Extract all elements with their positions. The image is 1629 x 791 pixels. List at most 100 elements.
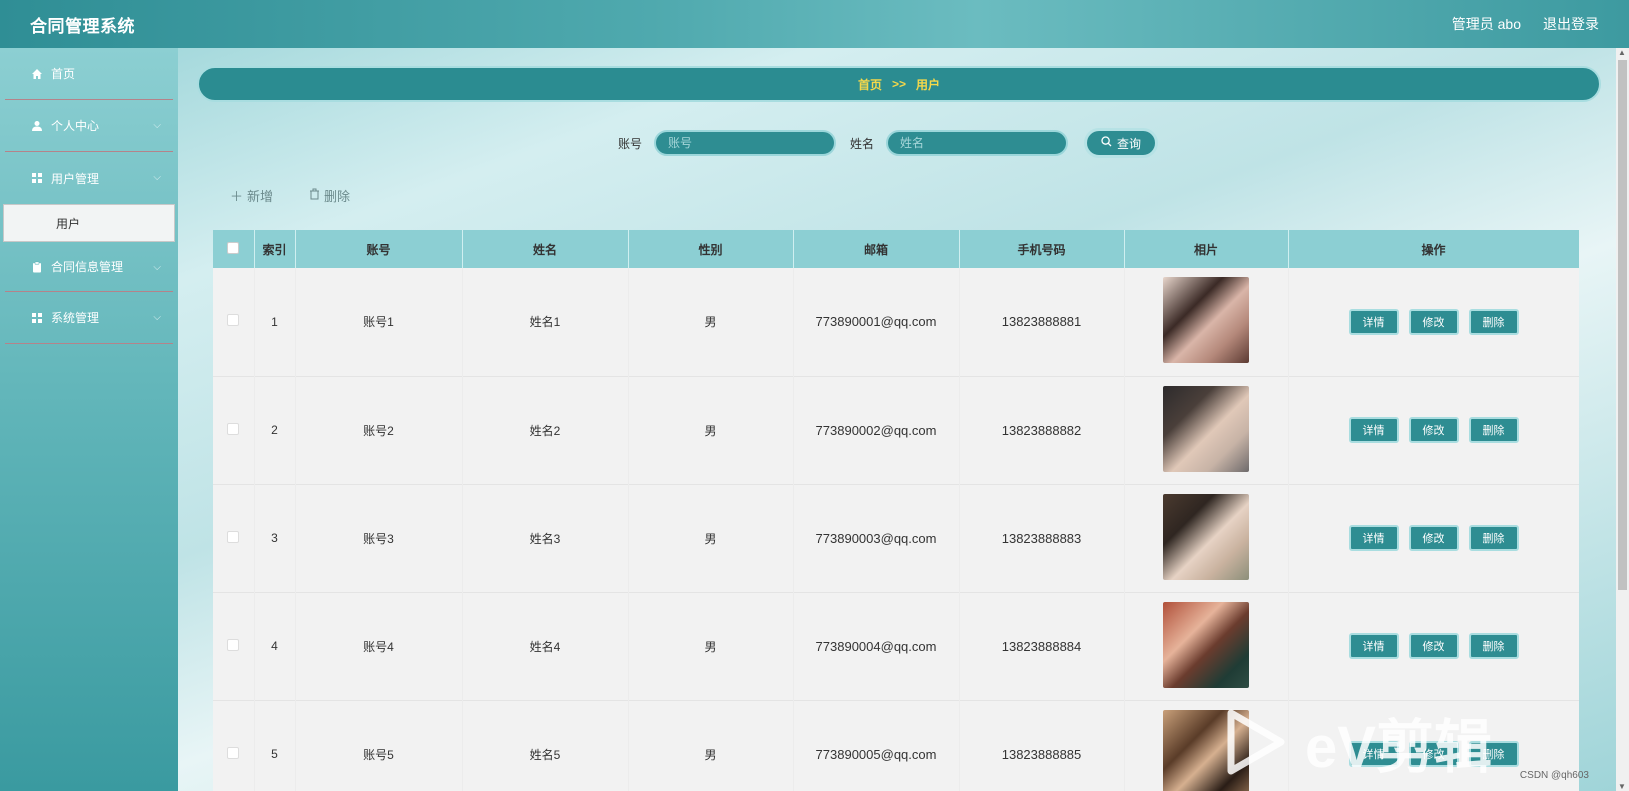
cell-photo	[1124, 484, 1289, 592]
sidebar-subitem-user[interactable]: 用户	[3, 204, 175, 242]
cell-operations: 详情 修改 删除	[1288, 376, 1579, 484]
detail-button[interactable]: 详情	[1348, 417, 1399, 443]
row-select-cell[interactable]	[213, 592, 255, 700]
sidebar-item-label: 用户管理	[51, 171, 100, 186]
search-bar: 账号 姓名 查询	[618, 128, 1159, 158]
sidebar-item-home[interactable]: 首页	[5, 48, 173, 100]
chevron-down-icon: ⌵	[153, 120, 161, 131]
user-photo	[1163, 277, 1249, 364]
edit-button[interactable]: 修改	[1408, 417, 1459, 443]
cell-name: 姓名1	[462, 268, 629, 376]
cell-gender: 男	[628, 592, 794, 700]
chevron-down-icon: ⌵	[153, 262, 161, 273]
cell-index: 2	[254, 376, 296, 484]
sidebar: 首页 个人中心 ⌵ 用户管理 ⌵ 用户 合同信息管理 ⌵ 系统管理 ⌵	[0, 48, 178, 791]
cell-name: 姓名4	[462, 592, 629, 700]
row-select-cell[interactable]	[213, 268, 255, 376]
account-label: 账号	[618, 136, 643, 151]
scroll-up-icon[interactable]: ▲	[1618, 48, 1626, 57]
column-header: 邮箱	[793, 230, 960, 268]
sidebar-item-user-management[interactable]: 用户管理 ⌵	[5, 152, 173, 204]
select-all-cell[interactable]	[213, 230, 255, 268]
column-header: 索引	[254, 230, 296, 268]
cell-account: 账号1	[295, 268, 463, 376]
cell-account: 账号2	[295, 376, 463, 484]
delete-button[interactable]: 删除	[1468, 308, 1519, 335]
edit-button[interactable]: 修改	[1408, 308, 1459, 335]
cell-index: 4	[254, 592, 296, 700]
edit-button[interactable]: 修改	[1408, 525, 1459, 551]
plus-icon: ＋	[230, 189, 244, 204]
column-header: 操作	[1288, 230, 1579, 268]
row-select-cell[interactable]	[213, 376, 255, 484]
column-header: 姓名	[462, 230, 629, 268]
breadcrumb-home[interactable]: 首页	[858, 76, 882, 93]
table-row: 5 账号5 姓名5 男 773890005@qq.com 13823888885…	[213, 700, 1579, 791]
cell-email: 773890003@qq.com	[793, 484, 960, 592]
add-button[interactable]: ＋ 新增	[230, 186, 273, 205]
cell-phone: 13823888883	[959, 484, 1125, 592]
column-header: 账号	[295, 230, 463, 268]
delete-button[interactable]: 删除	[1468, 741, 1519, 767]
scrollbar-thumb[interactable]	[1618, 60, 1627, 590]
user-table: 索引 账号 姓名 性别 邮箱 手机号码 相片 操作 1 账号1 姓名1 男 77…	[213, 230, 1579, 791]
sidebar-item-personal-center[interactable]: 个人中心 ⌵	[5, 100, 173, 152]
sidebar-subitem-label: 用户	[56, 216, 81, 231]
cell-name: 姓名2	[462, 376, 629, 484]
user-photo	[1163, 385, 1249, 472]
cell-phone: 13823888884	[959, 592, 1125, 700]
name-search-input[interactable]	[886, 130, 1069, 156]
table-row: 3 账号3 姓名3 男 773890003@qq.com 13823888883…	[213, 484, 1579, 592]
detail-button[interactable]: 详情	[1348, 633, 1399, 659]
account-search-input[interactable]	[654, 130, 837, 156]
cell-photo	[1124, 700, 1289, 791]
user-photo	[1163, 601, 1249, 688]
row-checkbox[interactable]	[227, 530, 240, 543]
delete-button[interactable]: 删除	[1468, 525, 1519, 551]
cell-phone: 13823888885	[959, 700, 1125, 791]
cell-account: 账号4	[295, 592, 463, 700]
search-button-label: 查询	[1117, 136, 1142, 151]
sidebar-item-label: 合同信息管理	[51, 260, 124, 274]
scroll-down-icon[interactable]: ▼	[1618, 782, 1626, 791]
detail-button[interactable]: 详情	[1348, 308, 1399, 335]
batch-delete-button[interactable]: 删除	[309, 186, 350, 205]
delete-button-label: 删除	[324, 189, 351, 204]
top-bar: 合同管理系统 管理员 abo 退出登录	[0, 0, 1629, 48]
cell-account: 账号5	[295, 700, 463, 791]
row-select-cell[interactable]	[213, 700, 255, 791]
edit-button[interactable]: 修改	[1408, 633, 1459, 659]
cell-account: 账号3	[295, 484, 463, 592]
edit-button[interactable]: 修改	[1408, 741, 1459, 767]
chevron-up-icon: ⌵	[153, 172, 161, 183]
grid-icon	[31, 312, 43, 324]
row-checkbox[interactable]	[227, 638, 240, 651]
breadcrumb: 首页 >> 用户	[197, 66, 1601, 102]
cell-email: 773890002@qq.com	[793, 376, 960, 484]
select-all-checkbox[interactable]	[227, 241, 240, 254]
page-scrollbar[interactable]: ▲ ▼	[1616, 48, 1629, 791]
sidebar-item-system-management[interactable]: 系统管理 ⌵	[5, 292, 173, 344]
home-icon	[31, 68, 43, 80]
cell-name: 姓名3	[462, 484, 629, 592]
delete-button[interactable]: 删除	[1468, 417, 1519, 443]
detail-button[interactable]: 详情	[1348, 525, 1399, 551]
row-checkbox[interactable]	[227, 422, 240, 435]
table-header-row: 索引 账号 姓名 性别 邮箱 手机号码 相片 操作	[213, 230, 1579, 268]
row-checkbox[interactable]	[227, 746, 240, 759]
detail-button[interactable]: 详情	[1348, 741, 1399, 767]
search-button[interactable]: 查询	[1084, 128, 1159, 158]
delete-button[interactable]: 删除	[1468, 633, 1519, 659]
user-photo	[1163, 709, 1249, 791]
cell-operations: 详情 修改 删除	[1288, 268, 1579, 376]
logout-link[interactable]: 退出登录	[1543, 14, 1599, 34]
cell-gender: 男	[628, 700, 794, 791]
sidebar-item-contract-management[interactable]: 合同信息管理 ⌵	[5, 242, 173, 292]
cell-email: 773890005@qq.com	[793, 700, 960, 791]
table-row: 2 账号2 姓名2 男 773890002@qq.com 13823888882…	[213, 376, 1579, 484]
cell-photo	[1124, 592, 1289, 700]
cell-gender: 男	[628, 268, 794, 376]
user-icon	[31, 120, 43, 132]
row-checkbox[interactable]	[227, 314, 240, 327]
row-select-cell[interactable]	[213, 484, 255, 592]
